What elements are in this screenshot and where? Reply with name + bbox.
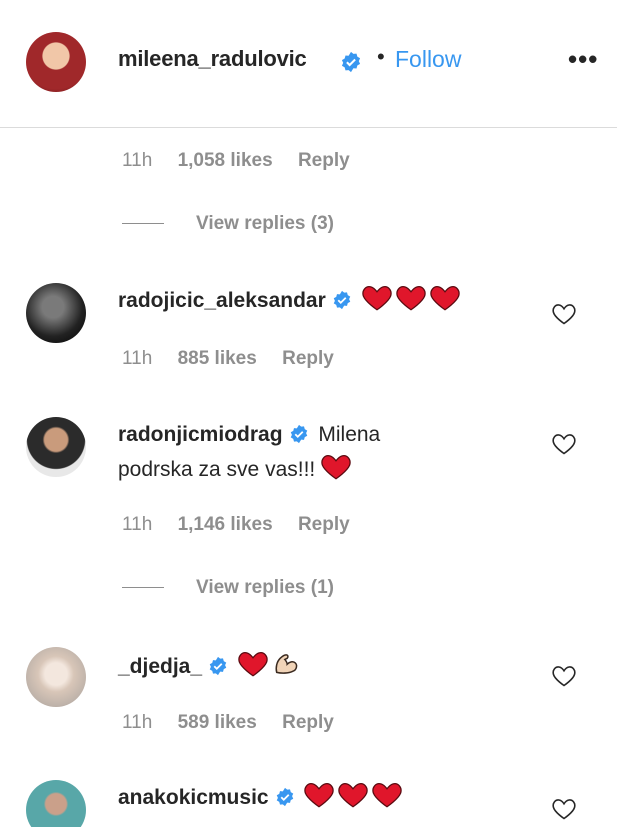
view-replies-label: View replies (3) bbox=[196, 213, 334, 234]
commenter-username[interactable]: radonjicmiodrag bbox=[118, 423, 283, 446]
flexed-bicep-emoji bbox=[272, 649, 300, 687]
post-header: mileena_radulovic • Follow ••• bbox=[0, 0, 617, 128]
view-replies-button[interactable]: View replies (1) bbox=[122, 577, 334, 599]
comment-text: radojicic_aleksandar bbox=[118, 285, 508, 321]
comment-time: 11h bbox=[122, 150, 153, 171]
author-avatar[interactable] bbox=[26, 32, 86, 92]
commenter-avatar[interactable] bbox=[26, 283, 86, 343]
verified-badge-icon bbox=[289, 422, 309, 454]
verified-badge-icon bbox=[332, 288, 352, 320]
verified-badge-icon bbox=[275, 785, 295, 817]
red-heart-emoji bbox=[321, 454, 351, 490]
commenter-avatar[interactable] bbox=[26, 780, 86, 827]
red-heart-emoji bbox=[429, 285, 460, 321]
comment-meta: 11h 1,058 likes Reply bbox=[122, 150, 370, 172]
comment-meta: 11h 885 likes Reply bbox=[122, 348, 354, 370]
red-heart-emoji bbox=[372, 782, 403, 818]
comment-time: 11h bbox=[122, 348, 153, 369]
header-separator: • bbox=[377, 44, 385, 69]
comment-text: anakokicmusic bbox=[118, 782, 508, 818]
author-username[interactable]: mileena_radulovic bbox=[118, 46, 307, 72]
verified-badge-icon bbox=[340, 51, 362, 73]
red-heart-emoji bbox=[395, 285, 426, 321]
follow-button[interactable]: Follow bbox=[395, 46, 461, 73]
comment-time: 11h bbox=[122, 514, 153, 535]
red-heart-emoji bbox=[338, 782, 369, 818]
reply-button[interactable]: Reply bbox=[298, 150, 350, 171]
verified-badge-icon bbox=[208, 654, 228, 686]
comment-text: _djedja_ bbox=[118, 649, 508, 687]
comment-time: 11h bbox=[122, 712, 153, 733]
commenter-avatar[interactable] bbox=[26, 647, 86, 707]
like-heart-icon[interactable] bbox=[552, 303, 576, 330]
red-heart-emoji bbox=[361, 285, 392, 321]
reply-button[interactable]: Reply bbox=[282, 712, 334, 733]
view-replies-line bbox=[122, 587, 164, 589]
comment-likes[interactable]: 589 likes bbox=[178, 712, 257, 733]
comment-likes[interactable]: 1,058 likes bbox=[178, 150, 273, 171]
comment-meta: 11h 589 likes Reply bbox=[122, 712, 354, 734]
commenter-username[interactable]: anakokicmusic bbox=[118, 786, 269, 809]
red-heart-emoji bbox=[304, 782, 335, 818]
commenter-username[interactable]: radojicic_aleksandar bbox=[118, 289, 326, 312]
comment-likes[interactable]: 885 likes bbox=[178, 348, 257, 369]
like-heart-icon[interactable] bbox=[552, 665, 576, 692]
comment-likes[interactable]: 1,146 likes bbox=[178, 514, 273, 535]
commenter-avatar[interactable] bbox=[26, 417, 86, 477]
reply-button[interactable]: Reply bbox=[282, 348, 334, 369]
more-options-icon[interactable]: ••• bbox=[568, 44, 598, 75]
comment-body-line1: Milena bbox=[318, 423, 381, 446]
view-replies-line bbox=[122, 223, 164, 225]
commenter-username[interactable]: _djedja_ bbox=[118, 655, 202, 678]
view-replies-label: View replies (1) bbox=[196, 577, 334, 598]
like-heart-icon[interactable] bbox=[552, 433, 576, 460]
comment-body-line2: podrska za sve vas!!! bbox=[118, 458, 316, 481]
view-replies-button[interactable]: View replies (3) bbox=[122, 213, 334, 235]
red-heart-emoji bbox=[238, 651, 268, 687]
comment-text: radonjicmiodrag Milena podrska za sve va… bbox=[118, 419, 508, 490]
reply-button[interactable]: Reply bbox=[298, 514, 350, 535]
comments-panel: mileena_radulovic • Follow ••• 11h 1,058… bbox=[0, 0, 617, 827]
comment-meta: 11h 1,146 likes Reply bbox=[122, 514, 370, 536]
like-heart-icon[interactable] bbox=[552, 798, 576, 825]
